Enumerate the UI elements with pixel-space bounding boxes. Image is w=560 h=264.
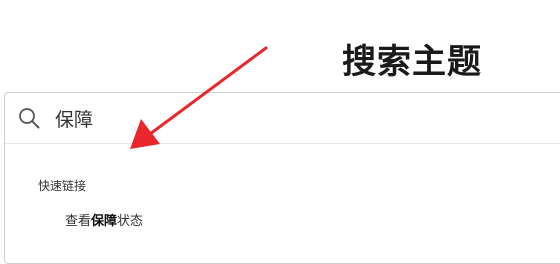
search-input[interactable] (55, 102, 455, 134)
quick-link-highlight: 保障 (91, 214, 118, 229)
quick-link-prefix: 查看 (65, 214, 92, 229)
quick-links-title: 快速链接 (38, 179, 87, 193)
annotation-title: 搜索主题 (342, 42, 482, 82)
quick-link-view-protection-status[interactable]: 查看保障状态 (65, 210, 143, 229)
search-panel: 快速链接 查看保障状态 (4, 92, 560, 264)
quick-link-suffix: 状态 (117, 214, 144, 229)
search-icon (17, 106, 41, 130)
search-row (5, 93, 560, 144)
